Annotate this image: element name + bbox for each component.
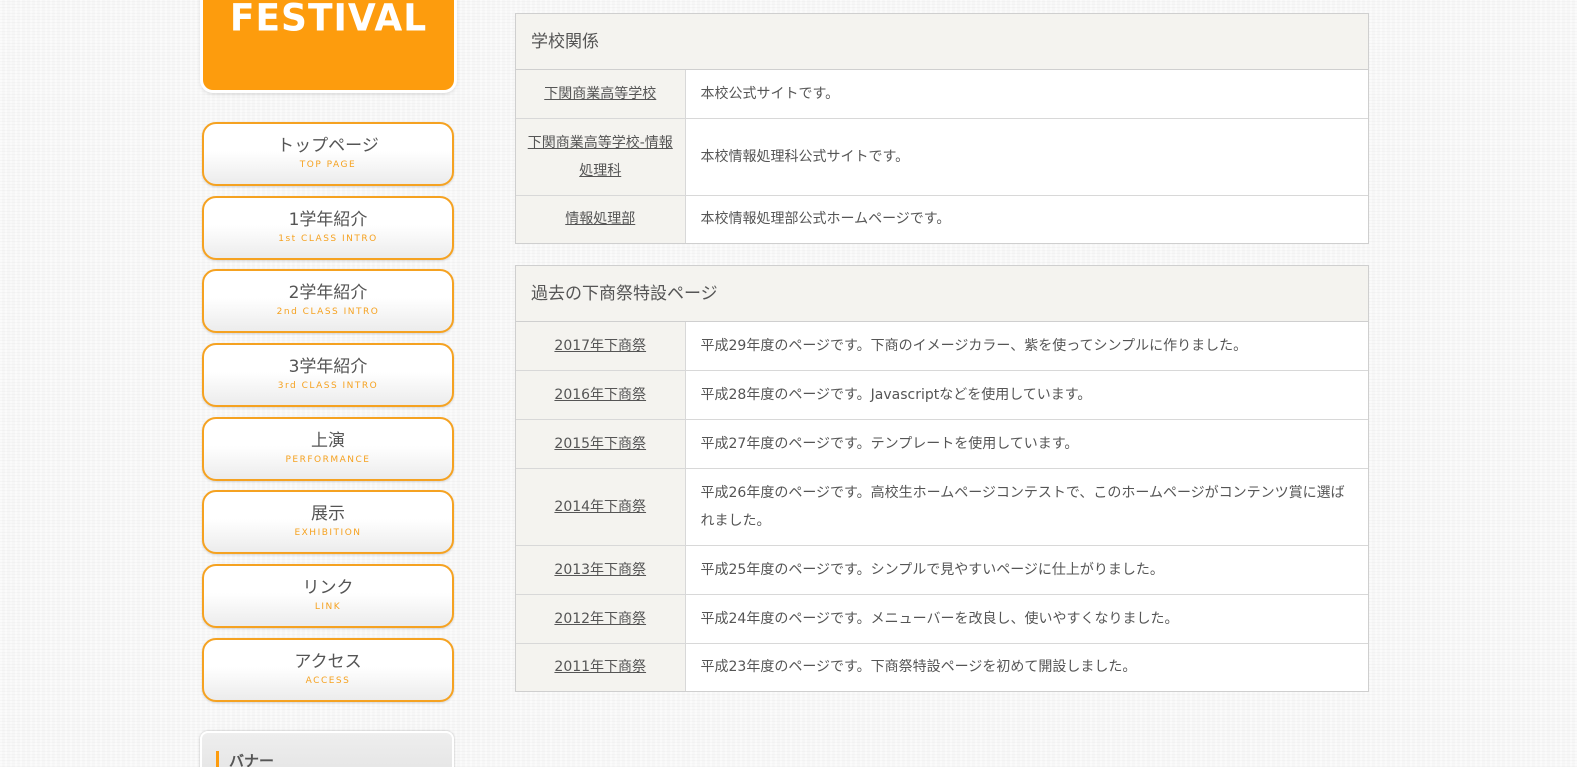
section-title: 学校関係	[516, 14, 1368, 70]
nav-sublabel: 3rd CLASS INTRO	[277, 381, 379, 392]
row-description: 平成26年度のページです。高校生ホームページコンテストで、このホームページがコン…	[685, 467, 1368, 545]
nav-label: 3学年紹介	[288, 357, 368, 378]
table-row: 2015年下商祭 平成27年度のページです。テンプレートを使用しています。	[516, 418, 1368, 468]
table-row: 下関商業高等学校-情報処理科 本校情報処理科公式サイトです。	[516, 117, 1368, 195]
it-course-site-link[interactable]: 下関商業高等学校-情報処理科	[528, 135, 673, 179]
nav-sublabel: PERFORMANCE	[285, 454, 371, 465]
nav-sublabel: LINK	[314, 602, 342, 613]
festival-2017-link[interactable]: 2017年下商祭	[554, 338, 646, 354]
nav-label: 上演	[311, 430, 345, 451]
nav-sublabel: 1st CLASS INTRO	[278, 233, 378, 244]
row-description: 本校公式サイトです。	[700, 85, 840, 102]
nav-item-top-page[interactable]: トップページ TOP PAGE	[202, 122, 454, 186]
table-row: 2012年下商祭 平成24年度のページです。メニューバーを改良し、使いやすくなり…	[516, 593, 1368, 643]
row-description: 本校情報処理科公式サイトです。	[685, 117, 1368, 195]
festival-2016-link[interactable]: 2016年下商祭	[554, 387, 646, 403]
festival-2013-link[interactable]: 2013年下商祭	[554, 562, 646, 578]
nav-sublabel: TOP PAGE	[299, 160, 357, 170]
nav-item-exhibition[interactable]: 展示 EXHIBITION	[202, 490, 454, 555]
logo-text: FESTIVAL	[229, 0, 428, 41]
festival-logo[interactable]: FESTIVAL	[203, 0, 454, 90]
nav-item-access[interactable]: アクセス ACCESS	[202, 637, 454, 702]
school-site-link[interactable]: 下関商業高等学校	[544, 86, 656, 102]
past-festival-table: 2017年下商祭 平成29年度のページです。下商のイメージカラー、紫を使ってシン…	[516, 322, 1368, 691]
side-nav: トップページ TOP PAGE 1学年紹介 1st CLASS INTRO 2学…	[202, 122, 454, 712]
row-description: 平成29年度のページです。下商のイメージカラー、紫を使ってシンプルに作りました。	[700, 337, 1248, 354]
nav-item-3rd-class[interactable]: 3学年紹介 3rd CLASS INTRO	[202, 343, 454, 408]
nav-item-performance[interactable]: 上演 PERFORMANCE	[202, 416, 454, 481]
nav-label: 2学年紹介	[288, 283, 368, 304]
nav-label: アクセス	[294, 651, 362, 672]
table-row: 2013年下商祭 平成25年度のページです。シンプルで見やすいページに仕上がりま…	[516, 544, 1368, 594]
row-description: 平成28年度のページです。Javascriptなどを使用しています。	[685, 369, 1368, 419]
festival-2012-link[interactable]: 2012年下商祭	[554, 611, 646, 627]
nav-sublabel: EXHIBITION	[294, 528, 362, 539]
nav-label: 1学年紹介	[288, 209, 368, 230]
nav-item-1st-class[interactable]: 1学年紹介 1st CLASS INTRO	[202, 195, 454, 260]
section-title: 過去の下商祭特設ページ	[516, 266, 1368, 322]
row-description: 平成24年度のページです。メニューバーを改良し、使いやすくなりました。	[685, 593, 1368, 643]
table-row: 情報処理部 本校情報処理部公式ホームページです。	[516, 194, 1368, 243]
festival-2015-link[interactable]: 2015年下商祭	[554, 436, 646, 452]
table-row: 下関商業高等学校 本校公式サイトです。	[516, 70, 1368, 118]
row-description: 平成23年度のページです。下商祭特設ページを初めて開設しました。	[685, 642, 1368, 691]
nav-label: リンク	[302, 578, 354, 599]
nav-sublabel: ACCESS	[305, 675, 351, 686]
festival-2014-link[interactable]: 2014年下商祭	[554, 499, 646, 515]
banner-box: バナー	[200, 731, 454, 767]
school-links-section: 学校関係 下関商業高等学校 本校公式サイトです。 下関商業高等学校-情報処理科 …	[515, 13, 1369, 244]
nav-item-link[interactable]: リンク LINK	[202, 564, 454, 629]
table-row: 2011年下商祭 平成23年度のページです。下商祭特設ページを初めて開設しました…	[516, 642, 1368, 691]
nav-label: 展示	[311, 504, 345, 525]
school-links-table: 下関商業高等学校 本校公式サイトです。 下関商業高等学校-情報処理科 本校情報処…	[516, 70, 1368, 243]
nav-label: トップページ	[277, 136, 379, 156]
row-description: 平成25年度のページです。シンプルで見やすいページに仕上がりました。	[685, 544, 1368, 594]
table-row: 2014年下商祭 平成26年度のページです。高校生ホームページコンテストで、この…	[516, 467, 1368, 545]
table-row: 2017年下商祭 平成29年度のページです。下商のイメージカラー、紫を使ってシン…	[516, 322, 1368, 370]
past-festival-section: 過去の下商祭特設ページ 2017年下商祭 平成29年度のページです。下商のイメー…	[515, 265, 1369, 692]
nav-sublabel: 2nd CLASS INTRO	[276, 307, 380, 318]
row-description: 本校情報処理部公式ホームページです。	[685, 194, 1368, 243]
table-row: 2016年下商祭 平成28年度のページです。Javascriptなどを使用してい…	[516, 369, 1368, 419]
row-description: 平成27年度のページです。テンプレートを使用しています。	[685, 418, 1368, 468]
it-club-site-link[interactable]: 情報処理部	[565, 211, 635, 227]
nav-item-2nd-class[interactable]: 2学年紹介 2nd CLASS INTRO	[202, 269, 454, 334]
festival-2011-link[interactable]: 2011年下商祭	[554, 659, 646, 675]
banner-title: バナー	[216, 751, 274, 767]
